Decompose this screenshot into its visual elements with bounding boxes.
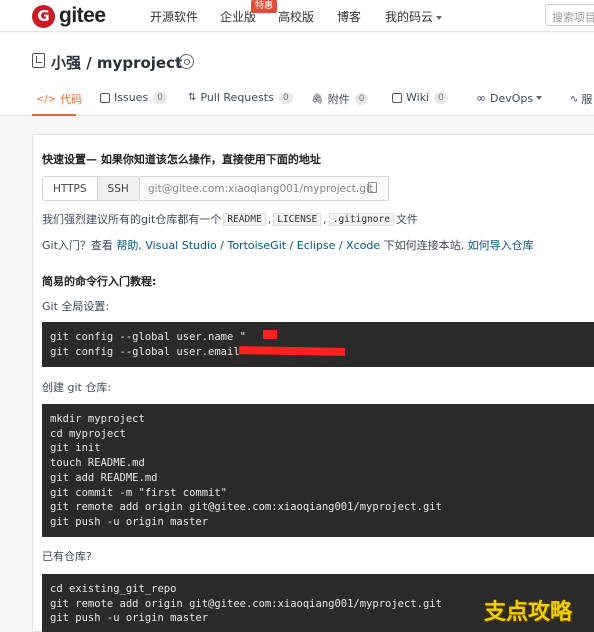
- tab-label: DevOps: [490, 91, 534, 105]
- tab-wiki[interactable]: Wiki 0: [392, 91, 448, 104]
- copy-icon[interactable]: [368, 182, 377, 193]
- clients-links[interactable]: , Visual Studio / TortoiseGit / Eclipse …: [138, 239, 380, 252]
- tab-label: 附件: [327, 93, 350, 106]
- search-input[interactable]: 搜索项目: [545, 4, 594, 26]
- help-link[interactable]: 帮助: [116, 239, 138, 252]
- quick-setup-heading: 快速设置— 如果你知道该怎么操作，直接使用下面的地址: [42, 153, 321, 166]
- tab-label: Pull Requests: [200, 91, 274, 104]
- tutorial-heading: 简易的命令行入门教程:: [42, 275, 157, 288]
- code-line: git init: [50, 442, 101, 455]
- logo-text: gitee: [59, 4, 106, 27]
- code-line: git remote add origin git@gitee.com:xiao…: [50, 501, 442, 514]
- code-line: git commit -m "first commit": [50, 486, 228, 499]
- pull-request-icon: ⇅: [188, 92, 197, 103]
- repo-tabs: </> 代码 Issues 0 ⇅ Pull Requests 0 🖇 附件 0…: [0, 82, 594, 116]
- repository-icon: [32, 53, 45, 68]
- tab-issues[interactable]: Issues 0: [100, 91, 167, 104]
- code-line: git push -u origin master: [50, 515, 209, 528]
- nav-my-gitee-dropdown[interactable]: 我的码云: [385, 8, 442, 25]
- infinity-icon: ∞: [476, 91, 486, 105]
- service-icon: ∿: [570, 93, 579, 105]
- clone-url-field[interactable]: git@gitee.com:xiaoqiang001/myproject.git: [140, 176, 389, 201]
- nav-my-gitee-label: 我的码云: [385, 10, 434, 24]
- top-navbar: G gitee 开源软件 企业版 特惠 高校版 博客 我的码云 搜索项目: [0, 0, 594, 32]
- code-line: git add README.md: [50, 471, 158, 484]
- count-badge: 0: [153, 91, 167, 104]
- watermark-logo: 支点攻略: [484, 600, 573, 625]
- redacted-username: [263, 330, 277, 339]
- recommend-prefix: 我们强烈建议所有的git仓库都有一个: [42, 213, 222, 226]
- code-line: touch README.md: [50, 457, 145, 470]
- tab-devops[interactable]: ∞ DevOps: [476, 91, 542, 105]
- recommend-line: 我们强烈建议所有的git仓库都有一个 README, LICENSE, .git…: [42, 212, 418, 226]
- gitignore-code: .gitignore: [328, 212, 394, 226]
- tab-code[interactable]: </> 代码: [36, 91, 82, 107]
- code-line: cd myproject: [50, 427, 126, 440]
- tab-service[interactable]: ∿ 服: [570, 91, 592, 107]
- paperclip-icon: 🖇: [311, 93, 324, 105]
- tab-pull-requests[interactable]: ⇅ Pull Requests 0: [188, 91, 293, 104]
- tab-attachments[interactable]: 🖇 附件 0: [311, 91, 369, 107]
- existing-repo-label: 已有仓库?: [42, 550, 92, 563]
- import-repo-link[interactable]: 如何导入仓库: [468, 239, 534, 252]
- gitee-logo-icon: G: [32, 4, 55, 28]
- count-badge: 0: [278, 91, 293, 104]
- intro-connect-text: 下如何连接本站,: [383, 239, 465, 252]
- readme-code: README: [223, 212, 266, 226]
- license-code: LICENSE: [273, 212, 322, 226]
- count-badge: 0: [354, 93, 369, 105]
- enterprise-promo-badge: 特惠: [251, 0, 278, 13]
- intro-prefix: Git入门？查看: [42, 239, 113, 252]
- tab-label: 代码: [60, 93, 83, 106]
- global-settings-code: git config --global user.name " git confi…: [42, 322, 594, 367]
- repo-title[interactable]: 小强 / myproject: [51, 52, 182, 73]
- code-icon: </>: [36, 93, 57, 105]
- global-settings-label: Git 全局设置:: [42, 300, 110, 313]
- tab-label: Issues: [114, 91, 149, 104]
- create-repo-label: 创建 git 仓库:: [42, 381, 112, 394]
- nav-university[interactable]: 高校版: [278, 8, 314, 25]
- repo-status-icon[interactable]: [179, 54, 194, 69]
- count-badge: 0: [434, 91, 448, 104]
- gitee-logo[interactable]: G gitee: [32, 4, 106, 28]
- issues-icon: [100, 92, 110, 103]
- active-tab-indicator: [32, 114, 76, 116]
- ssh-button[interactable]: SSH: [96, 177, 139, 200]
- protocol-switch: HTTPS SSH: [42, 176, 140, 201]
- nav-blog[interactable]: 博客: [337, 8, 361, 25]
- git-intro-line: Git入门？查看 帮助, Visual Studio / TortoiseGit…: [42, 237, 534, 253]
- recommend-suffix: 文件: [395, 213, 418, 226]
- tab-label: 服: [581, 93, 593, 106]
- wiki-icon: [392, 92, 402, 103]
- create-repo-code: mkdir myproject cd myproject git init touch…: [42, 404, 594, 537]
- quick-setup-panel: [32, 134, 594, 632]
- code-line: git config --global user.name ": [50, 331, 246, 343]
- code-line: mkdir myproject: [50, 413, 145, 425]
- tab-label: Wiki: [406, 91, 430, 104]
- https-button[interactable]: HTTPS: [43, 177, 97, 200]
- nav-open-source[interactable]: 开源软件: [150, 8, 198, 25]
